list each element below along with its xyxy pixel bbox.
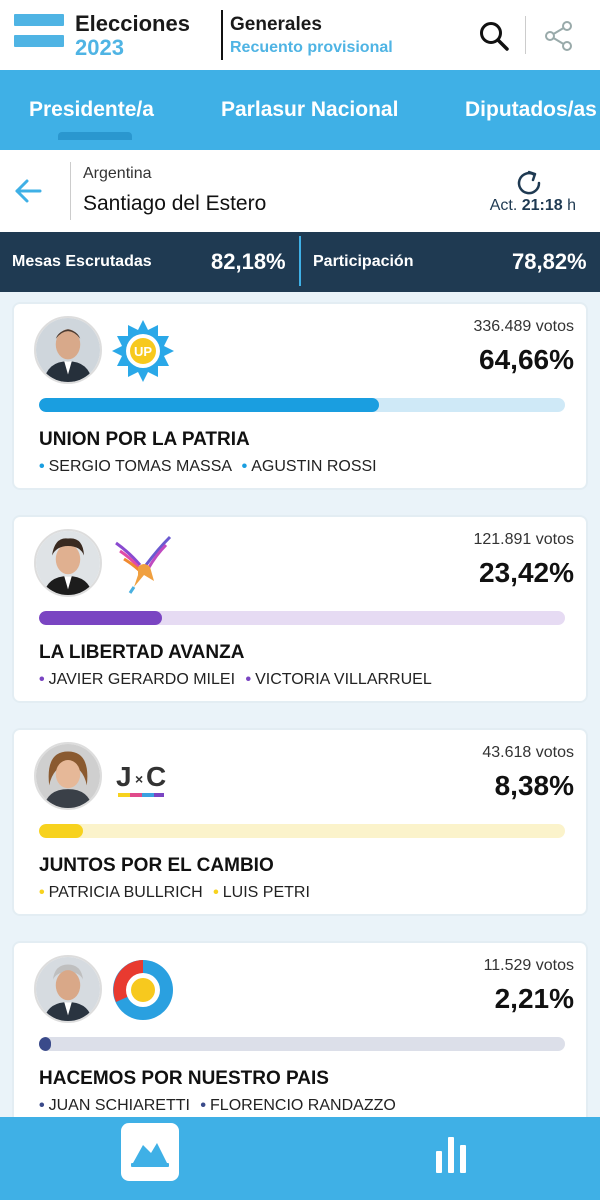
- header-divider: [221, 10, 223, 60]
- province-label: Santiago del Estero: [83, 192, 267, 215]
- mesas-value: 82,18%: [211, 249, 286, 274]
- app-header: Elecciones 2023 Generales Recuento provi…: [0, 0, 600, 70]
- party-name: HACEMOS POR NUESTRO PAIS: [39, 1068, 329, 1089]
- candidate-vice: FLORENCIO RANDAZZO: [210, 1097, 396, 1114]
- category-tabs: Presidente/a Parlasur Nacional Diputados…: [0, 70, 600, 150]
- bullet-dot: •: [245, 671, 252, 688]
- bullet-dot: •: [39, 671, 45, 688]
- logo-letter-j: J: [116, 761, 132, 792]
- candidates: • JAVIER GERARDO MILEI • VICTORIA VILLARRU…: [39, 671, 432, 689]
- result-card[interactable]: 11.529 votos 2,21% HACEMOS POR NUESTRO P…: [12, 941, 588, 1129]
- candidate-vice: LUIS PETRI: [222, 884, 310, 901]
- candidate-avatar: [34, 316, 102, 384]
- bar-chart-icon[interactable]: [436, 1137, 466, 1173]
- votes-count: 336.489 votos: [473, 318, 574, 335]
- vote-percentage: 8,38%: [494, 770, 574, 801]
- candidate-president: JUAN SCHIARETTI: [48, 1097, 190, 1114]
- progress-fill: [39, 1037, 51, 1051]
- election-type: Generales Recuento provisional: [230, 14, 393, 60]
- candidate-president: PATRICIA BULLRICH: [48, 884, 203, 901]
- location-divider: [70, 162, 71, 220]
- party-name: UNION POR LA PATRIA: [39, 429, 250, 450]
- search-icon[interactable]: [478, 20, 510, 52]
- bullet-dot: •: [213, 884, 219, 901]
- back-arrow-icon[interactable]: [14, 178, 42, 204]
- vote-percentage: 2,21%: [494, 983, 574, 1014]
- result-card[interactable]: UP 336.489 votos 64,66% UNION POR LA PAT…: [12, 302, 588, 490]
- hacemos-por-nuestro-pais-logo: [113, 960, 173, 1020]
- bullet-dot: •: [39, 1097, 45, 1114]
- tab-parlasur[interactable]: Parlasur Nacional: [221, 98, 398, 122]
- argentina-flag-icon: [14, 14, 64, 56]
- candidates: • JUAN SCHIARETTI • FLORENCIO RANDAZZO: [39, 1097, 396, 1115]
- refresh-icon[interactable]: [515, 169, 545, 197]
- logo-text: UP: [134, 344, 152, 359]
- country-label[interactable]: Argentina: [83, 165, 152, 183]
- votes-count: 11.529 votos: [483, 957, 574, 974]
- brand-year: 2023: [75, 35, 124, 60]
- party-name: JUNTOS POR EL CAMBIO: [39, 855, 274, 876]
- bullet-dot: •: [39, 458, 45, 475]
- candidate-avatar: [34, 742, 102, 810]
- progress-fill: [39, 611, 163, 625]
- ballot-icon: [131, 1143, 169, 1167]
- candidate-vice: AGUSTIN ROSSI: [251, 458, 377, 475]
- progress-fill: [39, 398, 380, 412]
- votes-count: 121.891 votos: [473, 531, 574, 548]
- share-icon[interactable]: [544, 20, 574, 52]
- progress-track: [39, 398, 565, 412]
- header-icon-divider: [525, 16, 526, 54]
- bottom-navigation: [0, 1117, 600, 1200]
- party-name: LA LIBERTAD AVANZA: [39, 642, 245, 663]
- location-bar: Argentina Santiago del Estero Act. 21:18…: [0, 150, 600, 232]
- updated-time: 21:18: [521, 197, 563, 214]
- candidate-vice: VICTORIA VILLARRUEL: [255, 671, 432, 688]
- candidate-president: SERGIO TOMAS MASSA: [48, 458, 232, 475]
- bullet-dot: •: [200, 1097, 207, 1114]
- participacion-label: Participación: [313, 253, 414, 270]
- brand-title: Elecciones: [75, 11, 190, 36]
- active-tab-indicator: [58, 132, 132, 140]
- progress-track: [39, 824, 565, 838]
- brand: Elecciones 2023: [75, 12, 190, 60]
- stats-divider: [299, 236, 301, 286]
- vote-percentage: 64,66%: [479, 344, 574, 375]
- logo-letter-c: C: [146, 761, 166, 792]
- result-card[interactable]: 121.891 votos 23,42% LA LIBERTAD AVANZA …: [12, 515, 588, 703]
- logo-cross: ×: [135, 771, 143, 787]
- union-por-la-patria-logo: UP: [112, 320, 174, 382]
- la-libertad-avanza-logo: [115, 535, 172, 594]
- last-updated: Act. 21:18 h: [490, 197, 576, 215]
- tab-presidente[interactable]: Presidente/a: [29, 98, 154, 122]
- candidate-president: JAVIER GERARDO MILEI: [48, 671, 236, 688]
- bullet-dot: •: [241, 458, 248, 475]
- election-title: Generales: [230, 14, 322, 35]
- progress-track: [39, 1037, 565, 1051]
- participacion-value: 78,82%: [512, 249, 587, 274]
- juntos-por-el-cambio-logo: J × C: [116, 761, 166, 797]
- votes-count: 43.618 votos: [482, 744, 574, 761]
- updated-label: Act.: [489, 197, 518, 214]
- candidates: • PATRICIA BULLRICH • LUIS PETRI: [39, 884, 310, 902]
- vote-percentage: 23,42%: [479, 557, 574, 588]
- tab-diputados[interactable]: Diputados/as: [465, 98, 597, 122]
- election-subtitle: Recuento provisional: [230, 39, 393, 56]
- home-button[interactable]: [121, 1123, 179, 1181]
- result-card[interactable]: J × C 43.618 votos 8,38% JUNTOS POR EL C…: [12, 728, 588, 916]
- updated-unit: h: [567, 197, 576, 214]
- stats-bar: Mesas Escrutadas 82,18% Participación 78…: [0, 232, 600, 292]
- candidate-avatar: [34, 529, 102, 597]
- mesas-label: Mesas Escrutadas: [12, 253, 152, 270]
- progress-fill: [39, 824, 84, 838]
- bullet-dot: •: [39, 884, 45, 901]
- candidates: • SERGIO TOMAS MASSA • AGUSTIN ROSSI: [39, 458, 377, 476]
- progress-track: [39, 611, 565, 625]
- candidate-avatar: [34, 955, 102, 1023]
